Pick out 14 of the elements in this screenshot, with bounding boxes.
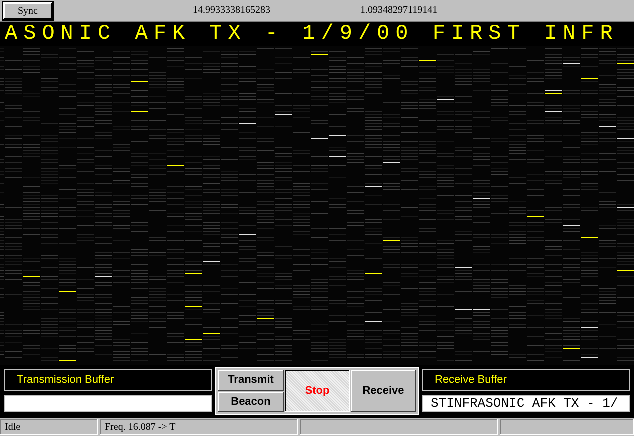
receive-buffer-field[interactable]: STINFRASONIC AFK TX - 1/ <box>422 395 630 412</box>
sync-button[interactable]: Sync <box>3 2 53 20</box>
transmission-buffer-field[interactable] <box>4 395 212 412</box>
control-button[interactable]: Stop <box>285 370 350 412</box>
status-text: Freq. 16.087 -> T <box>105 420 176 434</box>
control-button[interactable]: Receive <box>351 370 416 412</box>
control-button[interactable]: Transmit <box>218 370 284 390</box>
readout: 1.09348297119141 <box>360 4 438 18</box>
panel-label: Transmission Buffer <box>17 372 114 388</box>
status-text: Idle <box>5 420 21 434</box>
control-button[interactable]: Beacon <box>218 392 284 412</box>
readout: 14.9933338165283 <box>193 4 270 18</box>
panel-label: Receive Buffer <box>435 372 507 388</box>
banner-text: ASONIC AFK TX - 1/9/00 FIRST INFR <box>5 24 619 44</box>
